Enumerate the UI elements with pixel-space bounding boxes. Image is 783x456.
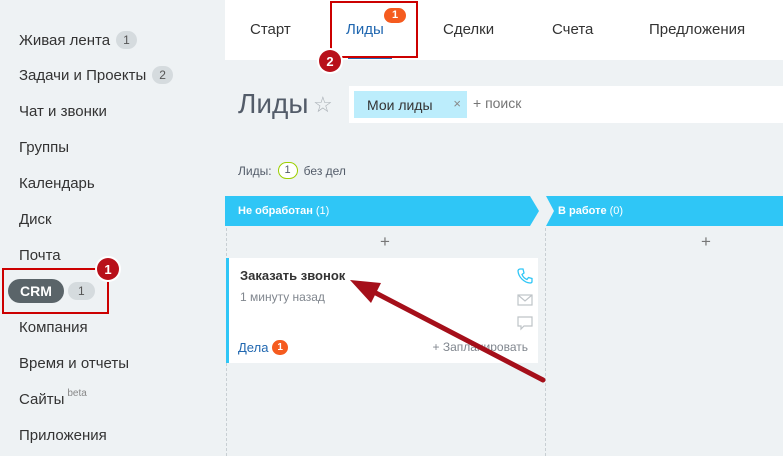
sidebar-item-label: Компания <box>19 318 88 336</box>
add-lead-button[interactable]: + <box>701 232 711 252</box>
sidebar-item-label: Время и отчеты <box>19 354 130 372</box>
add-lead-button[interactable]: + <box>380 232 390 252</box>
schedule-button[interactable]: + Запланировать <box>432 340 528 354</box>
sidebar-item-label: Группы <box>19 138 69 156</box>
filter-chip-my-leads[interactable]: Мои лиды × <box>354 91 467 118</box>
summary-suffix: без дел <box>303 163 346 178</box>
column-name: В работе <box>558 205 607 217</box>
lead-time: 1 минуту назад <box>240 290 325 304</box>
sidebar-item-apps[interactable]: Приложения <box>19 423 107 447</box>
sidebar-item-disk[interactable]: Диск <box>19 207 52 231</box>
deals-count-badge: 1 <box>272 340 288 355</box>
column-divider <box>545 228 546 456</box>
sidebar-item-label: Сайты <box>19 390 65 408</box>
sidebar-item-count: 2 <box>152 66 173 84</box>
annotation-badge-1: 1 <box>97 258 119 280</box>
beta-label: beta <box>67 387 87 399</box>
page-title: Лиды <box>238 88 309 119</box>
leads-summary: Лиды: 1 без дел <box>238 162 346 179</box>
sidebar-item-calendar[interactable]: Календарь <box>19 171 95 195</box>
column-count: (0) <box>609 205 624 217</box>
deals-label: Дела <box>238 340 269 355</box>
top-tabs: Старт Лиды Сделки Счета Предложения <box>225 0 783 60</box>
tab-invoices[interactable]: Счета <box>552 21 593 38</box>
chat-icon[interactable] <box>516 314 534 332</box>
tab-quotes[interactable]: Предложения <box>649 21 745 38</box>
star-icon[interactable]: ☆ <box>313 92 333 118</box>
phone-icon[interactable] <box>516 267 534 285</box>
sidebar-item-live-feed[interactable]: Живая лента 1 <box>19 28 137 52</box>
sidebar-item-chat[interactable]: Чат и звонки <box>19 99 107 123</box>
summary-count[interactable]: 1 <box>277 162 298 179</box>
column-count: (1) <box>315 205 330 217</box>
annotation-box-crm <box>2 268 109 314</box>
tab-start[interactable]: Старт <box>250 21 291 38</box>
column-header-new[interactable]: Не обработан (1) <box>225 196 539 226</box>
sidebar-item-time-reports[interactable]: Время и отчеты <box>19 351 129 375</box>
annotation-badge-2: 2 <box>319 50 341 72</box>
sidebar-item-sites[interactable]: Сайты beta <box>19 387 87 411</box>
lead-card[interactable]: Заказать звонок 1 минуту назад Дела 1 + … <box>226 258 538 363</box>
sidebar-item-label: Живая лента <box>19 31 111 49</box>
sidebar-item-count: 1 <box>116 31 137 49</box>
sidebar-item-label: Задачи и Проекты <box>19 66 147 84</box>
mail-icon[interactable] <box>516 291 534 309</box>
sidebar-item-groups[interactable]: Группы <box>19 135 69 159</box>
summary-label: Лиды: <box>238 163 272 178</box>
sidebar-item-label: Приложения <box>19 426 107 444</box>
sidebar-item-label: Чат и звонки <box>19 102 107 120</box>
tab-deals[interactable]: Сделки <box>443 21 494 38</box>
deals-link[interactable]: Дела 1 <box>238 340 288 355</box>
filter-search-bar[interactable]: Мои лиды × <box>349 86 783 123</box>
sidebar-item-label: Почта <box>19 246 61 264</box>
sidebar-item-label: Календарь <box>19 174 95 192</box>
column-name: Не обработан <box>238 205 313 217</box>
sidebar-item-label: Диск <box>19 210 52 228</box>
lead-title[interactable]: Заказать звонок <box>240 268 345 283</box>
column-header-in-progress[interactable]: В работе (0) <box>546 196 783 226</box>
search-input[interactable] <box>473 95 673 111</box>
sidebar-item-mail[interactable]: Почта <box>19 243 61 267</box>
sidebar-item-company[interactable]: Компания <box>19 315 88 339</box>
filter-chip-label: Мои лиды <box>367 96 433 113</box>
close-icon[interactable]: × <box>453 96 461 111</box>
left-sidebar: Живая лента 1 Задачи и Проекты 2 Чат и з… <box>0 0 208 456</box>
annotation-box-leads-tab <box>330 1 418 58</box>
sidebar-item-tasks[interactable]: Задачи и Проекты 2 <box>19 63 173 87</box>
